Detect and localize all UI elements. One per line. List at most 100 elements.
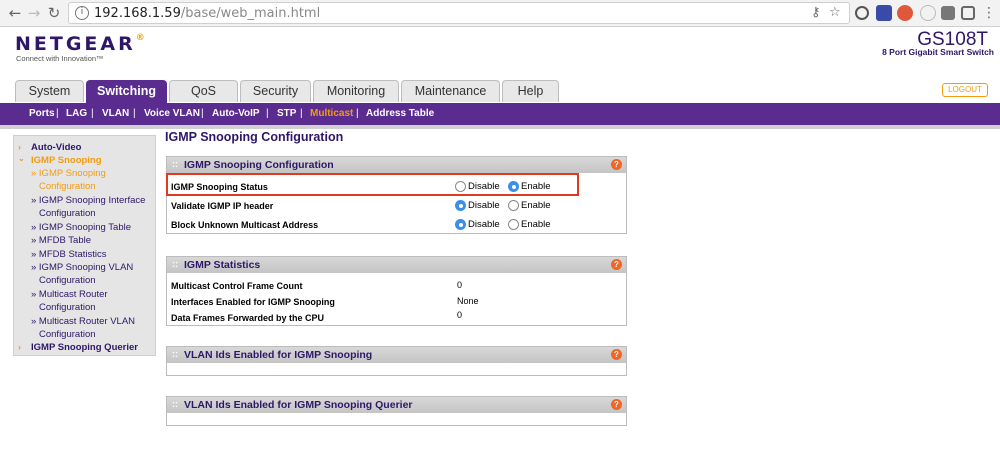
extension-icon[interactable]: [876, 5, 892, 21]
radio-block-enable[interactable]: [508, 219, 519, 230]
logout-button[interactable]: LOGOUT: [942, 83, 988, 97]
extension-icon[interactable]: [855, 6, 869, 20]
radio-block-disable[interactable]: [455, 219, 466, 230]
tab-switching[interactable]: Switching: [86, 80, 167, 103]
sidebar-item-multicast-router-vlan[interactable]: » Multicast Router VLAN: [31, 316, 135, 327]
sidebar-item-igmp-snooping-vlan-cont[interactable]: Configuration: [39, 275, 96, 286]
panel-title: VLAN Ids Enabled for IGMP Snooping Queri…: [184, 399, 413, 411]
sidebar-item-multicast-router-vlan-cont[interactable]: Configuration: [39, 329, 96, 340]
grip-icon: ::: [172, 399, 178, 409]
subnav-auto-voip[interactable]: Auto-VoIP: [212, 108, 260, 119]
subnav-separator: |: [133, 108, 136, 119]
info-icon[interactable]: i: [75, 6, 89, 20]
bookmark-star-icon[interactable]: ☆: [829, 5, 841, 20]
highlight-box: [166, 173, 579, 196]
chevron-down-icon: ⌄: [18, 154, 25, 163]
subnav-address-table[interactable]: Address Table: [366, 108, 434, 119]
back-icon[interactable]: ←: [6, 3, 24, 23]
brand-mark: ®: [135, 33, 148, 43]
sidebar-item-mfdb-statistics[interactable]: » MFDB Statistics: [31, 249, 107, 260]
subnav-separator: |: [356, 108, 359, 119]
sidebar-item-multicast-router[interactable]: » Multicast Router: [31, 289, 108, 300]
sidebar-item-mfdb-table[interactable]: » MFDB Table: [31, 235, 91, 246]
radio-validate-disable[interactable]: [455, 200, 466, 211]
subnav-separator: |: [56, 108, 59, 119]
chevron-right-icon: ›: [18, 142, 21, 152]
url-text[interactable]: 192.168.1.59/base/web_main.html: [94, 6, 320, 21]
value-multicast-control-frame-count: 0: [457, 280, 463, 290]
sidebar-item-igmp-snooping-interface[interactable]: » IGMP Snooping Interface: [31, 195, 145, 206]
row-label-data-frames-forwarded: Data Frames Forwarded by the CPU: [171, 313, 325, 323]
value-interfaces-enabled: None: [457, 296, 479, 306]
subnav-vlan[interactable]: VLAN: [102, 108, 129, 119]
tab-help[interactable]: Help: [502, 80, 559, 102]
extension-icon[interactable]: [941, 6, 955, 20]
address-bar[interactable]: i 192.168.1.59/base/web_main.html ⚷ ☆: [68, 2, 850, 24]
sidebar-item-multicast-router-cont[interactable]: Configuration: [39, 302, 96, 313]
vlan-ids-querier-panel: :: VLAN Ids Enabled for IGMP Snooping Qu…: [166, 396, 627, 426]
subnav-separator: |: [266, 108, 269, 119]
help-icon[interactable]: ?: [611, 399, 622, 410]
chevron-right-icon: ›: [18, 342, 21, 352]
subnav-multicast[interactable]: Multicast: [310, 108, 353, 119]
url-host: 192.168.1.59: [94, 6, 181, 21]
extension-icon[interactable]: [897, 5, 913, 21]
panel-header: :: VLAN Ids Enabled for IGMP Snooping Qu…: [167, 397, 626, 413]
page-title: IGMP Snooping Configuration: [165, 130, 344, 144]
sidebar-item-igmp-snooping-configuration-cont[interactable]: Configuration: [39, 181, 96, 192]
tagline: Connect with Innovation™: [16, 54, 104, 63]
help-icon[interactable]: ?: [611, 159, 622, 170]
sidebar-item-igmp-snooping-table[interactable]: » IGMP Snooping Table: [31, 222, 131, 233]
subnav-separator: |: [201, 108, 204, 119]
sidebar-item-igmp-snooping-querier[interactable]: IGMP Snooping Querier: [31, 342, 138, 353]
model-description: 8 Port Gigabit Smart Switch: [882, 47, 994, 57]
row-label-validate-igmp-ip-header: Validate IGMP IP header: [171, 201, 274, 211]
forward-icon[interactable]: →: [25, 3, 43, 23]
radio-validate-enable[interactable]: [508, 200, 519, 211]
subnav-separator: |: [91, 108, 94, 119]
tab-security[interactable]: Security: [240, 80, 311, 102]
extension-icon[interactable]: [961, 6, 975, 20]
tab-qos[interactable]: QoS: [169, 80, 238, 102]
key-icon[interactable]: ⚷: [811, 5, 821, 20]
subnav-stp[interactable]: STP: [277, 108, 296, 119]
sidebar-item-auto-video[interactable]: Auto-Video: [31, 142, 82, 153]
sub-navigation: Ports | LAG | VLAN | Voice VLAN | Auto-V…: [0, 103, 1000, 125]
row-label-interfaces-enabled: Interfaces Enabled for IGMP Snooping: [171, 297, 335, 307]
panel-header: :: IGMP Snooping Configuration ?: [167, 157, 626, 173]
reload-icon[interactable]: ↻: [45, 3, 63, 23]
subnav-separator: |: [300, 108, 303, 119]
extension-icon[interactable]: [920, 5, 936, 21]
help-icon[interactable]: ?: [611, 349, 622, 360]
panel-header: :: IGMP Statistics ?: [167, 257, 626, 273]
url-path: /base/web_main.html: [180, 6, 321, 21]
sidebar-item-igmp-snooping[interactable]: IGMP Snooping: [31, 155, 102, 166]
radio-label-enable: Enable: [521, 219, 551, 230]
vlan-ids-igmp-snooping-panel: :: VLAN Ids Enabled for IGMP Snooping ?: [166, 346, 627, 376]
subnav-lag[interactable]: LAG: [66, 108, 87, 119]
panel-title: IGMP Snooping Configuration: [184, 159, 334, 171]
panel-header: :: VLAN Ids Enabled for IGMP Snooping ?: [167, 347, 626, 363]
panel-title: VLAN Ids Enabled for IGMP Snooping: [184, 349, 373, 361]
sidebar: › Auto-Video ⌄ IGMP Snooping » IGMP Snoo…: [13, 135, 156, 356]
menu-icon[interactable]: ⋮: [980, 3, 998, 23]
grip-icon: ::: [172, 159, 178, 169]
grip-icon: ::: [172, 349, 178, 359]
subnav-ports[interactable]: Ports: [29, 108, 55, 119]
tab-maintenance[interactable]: Maintenance: [401, 80, 500, 102]
radio-label-enable: Enable: [521, 200, 551, 211]
tab-monitoring[interactable]: Monitoring: [313, 80, 399, 102]
help-icon[interactable]: ?: [611, 259, 622, 270]
sidebar-item-igmp-snooping-vlan[interactable]: » IGMP Snooping VLAN: [31, 262, 133, 273]
browser-toolbar: ← → ↻ i 192.168.1.59/base/web_main.html …: [0, 0, 1000, 27]
igmp-statistics-panel: :: IGMP Statistics ? Multicast Control F…: [166, 256, 627, 326]
subnav-voice-vlan[interactable]: Voice VLAN: [144, 108, 200, 119]
tab-system[interactable]: System: [15, 80, 84, 102]
subnav-divider: [0, 125, 1000, 129]
sidebar-item-igmp-snooping-configuration[interactable]: » IGMP Snooping: [31, 168, 106, 179]
netgear-logo: NETGEAR®: [15, 33, 148, 55]
row-label-block-unknown-multicast: Block Unknown Multicast Address: [171, 220, 319, 230]
sidebar-item-igmp-snooping-interface-cont[interactable]: Configuration: [39, 208, 96, 219]
row-label-multicast-control-frame-count: Multicast Control Frame Count: [171, 281, 303, 291]
grip-icon: ::: [172, 259, 178, 269]
